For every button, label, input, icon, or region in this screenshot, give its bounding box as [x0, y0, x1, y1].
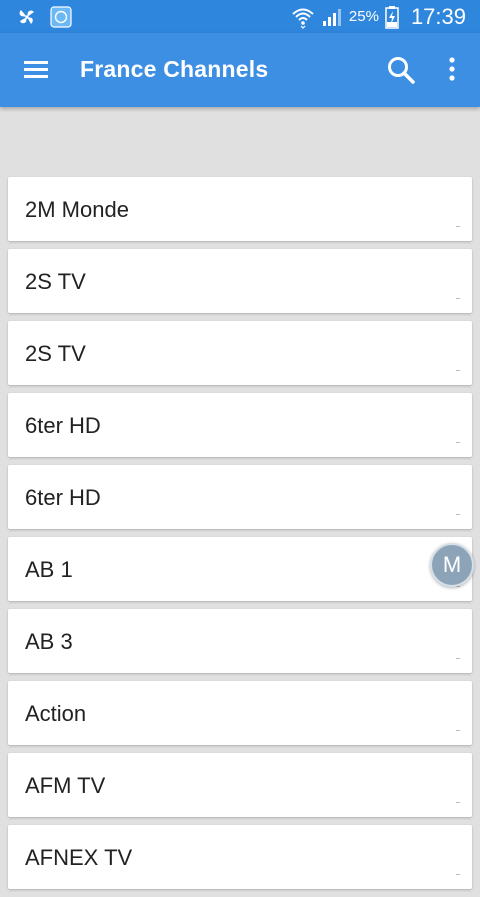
item-mark: [456, 226, 460, 227]
more-vert-icon[interactable]: [446, 55, 458, 85]
channel-label: AFNEX TV: [25, 845, 133, 870]
channel-label: AB 3: [25, 629, 73, 654]
channel-label: AFM TV: [25, 773, 106, 798]
item-mark: [456, 370, 460, 371]
channel-item[interactable]: AB 3: [8, 609, 472, 673]
status-bar: 25% 17:39: [0, 0, 480, 33]
channel-label: AB 1: [25, 557, 73, 582]
floating-m-button[interactable]: M: [430, 543, 474, 587]
item-mark: [456, 514, 460, 515]
item-mark: [456, 658, 460, 659]
search-icon[interactable]: [386, 55, 416, 85]
channel-item[interactable]: 6ter HD: [8, 393, 472, 457]
status-notifications: [16, 6, 72, 28]
channel-label: 2S TV: [25, 341, 86, 366]
channel-label: 6ter HD: [25, 485, 101, 510]
status-time: 17:39: [410, 3, 466, 29]
channel-item[interactable]: 2S TV: [8, 321, 472, 385]
channel-list: 2M Monde 2S TV 2S TV 6ter HD 6ter HD AB …: [8, 177, 472, 897]
battery-percent: 25%: [348, 8, 379, 25]
channel-item[interactable]: AFNEX TV: [8, 825, 472, 889]
item-mark: [456, 874, 460, 875]
battery-charging-icon: [385, 5, 399, 29]
channel-item[interactable]: AFM TV: [8, 753, 472, 817]
channel-item[interactable]: Action: [8, 681, 472, 745]
item-mark: [456, 442, 460, 443]
status-indicators: 25% 17:39: [291, 0, 466, 33]
channel-label: 2M Monde: [25, 197, 129, 222]
menu-icon[interactable]: [22, 57, 52, 83]
wifi-icon: [292, 8, 314, 29]
page-title: France Channels: [80, 56, 269, 82]
channel-item[interactable]: AB 1: [8, 537, 472, 601]
app-notification-icon: [50, 6, 72, 28]
signal-icon: [322, 8, 341, 26]
channel-label: Action: [25, 701, 87, 726]
channel-item[interactable]: 6ter HD: [8, 465, 472, 529]
app-bar: France Channels: [0, 33, 480, 107]
channel-item[interactable]: 2S TV: [8, 249, 472, 313]
item-mark: [456, 802, 460, 803]
channel-label: 6ter HD: [25, 413, 101, 438]
item-mark: [456, 730, 460, 731]
pinwheel-icon: [19, 10, 34, 24]
item-mark: [456, 298, 460, 299]
channel-item[interactable]: 2M Monde: [8, 177, 472, 241]
channel-label: 2S TV: [25, 269, 86, 294]
